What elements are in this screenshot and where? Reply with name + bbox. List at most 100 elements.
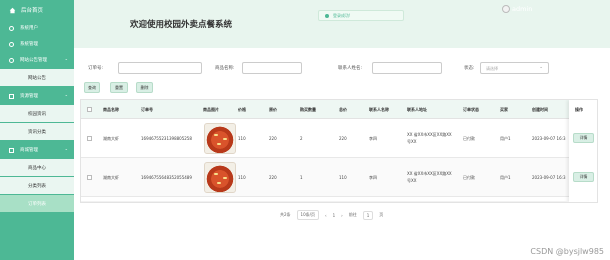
reset-button[interactable]: 重置	[110, 82, 128, 93]
scrollbar-thumb[interactable]	[83, 201, 313, 202]
cell-created-time: 2023-09-07 16:3	[532, 175, 566, 180]
search-filters: 订单号: 商品名称: 联系人姓名: 状态: 请选择 ⌄	[80, 58, 600, 78]
sidebar-home[interactable]: 后台首页	[0, 0, 74, 20]
status-label: 状态:	[464, 66, 475, 71]
table-row: 湖南大虾 16946755648352055489 110 220 1 110 …	[81, 158, 597, 197]
detail-button[interactable]: 详情	[573, 172, 594, 182]
cell-address-line2: 号XX	[407, 178, 417, 183]
cell-order-no: 16946755648352055489	[141, 175, 192, 180]
search-button[interactable]: 查询	[84, 82, 100, 93]
sidebar: 后台首页 系统用户 系统管理 网站公告管理 ⌃ 网站公告 资源管理 ⌃ 校园资讯…	[0, 0, 74, 260]
order-no-input[interactable]	[118, 62, 202, 74]
prev-page-button[interactable]: ‹	[325, 213, 327, 218]
col-original-price[interactable]: 原价	[269, 107, 277, 113]
cell-original-price: 220	[269, 136, 277, 141]
cell-price: 110	[238, 175, 246, 180]
sidebar-item-notice-mgmt[interactable]: 网站公告管理 ⌃	[0, 52, 74, 68]
chevron-down-icon: ⌄	[539, 65, 543, 70]
page-title: 欢迎使用校园外卖点餐系统	[130, 20, 233, 30]
shop-icon	[9, 147, 14, 153]
user-menu[interactable]: admin	[502, 5, 532, 13]
col-contact-name[interactable]: 联系人名称	[369, 107, 389, 113]
toast-text: 登录成功!	[333, 12, 351, 18]
col-buyer[interactable]: 买家	[500, 107, 508, 113]
col-contact-address: 联系人地址	[407, 107, 427, 112]
cell-total: 220	[339, 136, 347, 141]
check-icon	[325, 13, 329, 18]
select-all-checkbox[interactable]	[87, 107, 92, 112]
col-total[interactable]: 总价	[339, 107, 347, 113]
cell-address-line1: XX 省XX市XX区XX路XX	[407, 171, 452, 176]
col-price[interactable]: 价格	[238, 107, 246, 113]
goto-page-input[interactable]: 1	[362, 210, 374, 220]
cell-buyer: 用户1	[500, 136, 511, 141]
user-icon	[9, 25, 14, 31]
col-order-no: 订单号	[141, 107, 153, 112]
table-row: 湖南大虾 16946755231398805258 110 220 2 220 …	[81, 119, 597, 158]
cell-address-line1: XX 省XX市XX区XX路XX	[407, 132, 452, 137]
goto-label: 前往	[348, 212, 357, 217]
status-select[interactable]: 请选择 ⌄	[480, 62, 549, 74]
sidebar-sub-category-list[interactable]: 分类列表	[0, 177, 74, 194]
delete-button[interactable]: 删除	[136, 82, 153, 93]
chevron-up-icon: ⌃	[64, 147, 68, 153]
sidebar-sub-product-center[interactable]: 商品中心	[0, 159, 74, 176]
col-product-name: 商品名称	[103, 107, 119, 112]
sidebar-sub-news-category[interactable]: 资讯分类	[0, 123, 74, 140]
cell-quantity: 1	[300, 175, 303, 180]
cell-price: 110	[238, 136, 246, 141]
sidebar-item-users[interactable]: 系统用户	[0, 20, 74, 36]
cell-address-line2: 号XX	[407, 139, 417, 144]
chevron-up-icon: ⌃	[64, 57, 68, 63]
current-page[interactable]: 1	[333, 213, 336, 218]
product-image	[204, 123, 236, 154]
sidebar-sub-campus-news[interactable]: 校园资讯	[0, 105, 74, 122]
col-order-status: 订单状态	[463, 107, 479, 112]
sidebar-sub-notice[interactable]: 网站公告	[0, 69, 74, 86]
contact-name-label: 联系人姓名:	[338, 66, 363, 71]
cell-product-name: 湖南大虾	[103, 175, 119, 180]
cell-quantity: 2	[300, 136, 303, 141]
table-header: 商品名称 订单号 商品图片 价格 原价 购买数量 总价 联系人名称 联系人地址 …	[81, 100, 597, 119]
cell-order-status: 已付款	[463, 136, 475, 141]
sidebar-group-mall[interactable]: 商城管理 ⌃	[0, 142, 74, 158]
header: 欢迎使用校园外卖点餐系统 登录成功! admin	[74, 0, 610, 48]
cell-contact-name: 李四	[369, 175, 377, 180]
page-size-select[interactable]: 10条/页	[296, 210, 319, 220]
page-unit-label: 页	[379, 212, 384, 217]
detail-button[interactable]: 详情	[573, 133, 594, 143]
notice-icon	[9, 57, 14, 63]
settings-icon	[9, 41, 14, 47]
status-placeholder: 请选择	[486, 66, 498, 71]
product-name-input[interactable]	[242, 62, 302, 74]
cell-created-time: 2023-09-07 16:3	[532, 136, 566, 141]
sidebar-sub-order-list[interactable]: 订单列表	[0, 195, 74, 212]
contact-name-input[interactable]	[372, 62, 442, 74]
product-name-label: 商品名称:	[215, 66, 235, 71]
sidebar-item-system[interactable]: 系统管理	[0, 36, 74, 52]
sidebar-item-label: 网站公告管理	[20, 58, 47, 63]
col-actions: 操作	[575, 107, 583, 112]
cell-original-price: 220	[269, 175, 277, 180]
sidebar-home-label: 后台首页	[21, 8, 44, 14]
cell-order-status: 已付款	[463, 175, 475, 180]
sidebar-group-label: 资源管理	[20, 94, 38, 99]
col-created-time[interactable]: 创建时间	[532, 107, 548, 113]
product-image	[204, 162, 236, 193]
col-quantity[interactable]: 购买数量	[300, 107, 316, 113]
col-product-image: 商品图片	[203, 107, 219, 112]
chevron-up-icon: ⌃	[64, 93, 68, 99]
actions-column: 操作 详情 详情	[569, 100, 597, 202]
cell-contact-name: 李四	[369, 136, 377, 141]
sidebar-group-resource[interactable]: 资源管理 ⌃	[0, 88, 74, 104]
row-checkbox[interactable]	[87, 136, 92, 141]
row-checkbox[interactable]	[87, 175, 92, 180]
sidebar-item-label: 系统用户	[20, 26, 38, 31]
cell-product-name: 湖南大虾	[103, 136, 119, 141]
next-page-button[interactable]: ›	[341, 213, 343, 218]
folder-icon	[9, 93, 14, 99]
watermark: CSDN @bysjlw985	[530, 247, 604, 256]
total-count: 共2条	[280, 212, 291, 217]
horizontal-scrollbar[interactable]	[81, 201, 569, 202]
cell-order-no: 16946755231398805258	[141, 136, 192, 141]
